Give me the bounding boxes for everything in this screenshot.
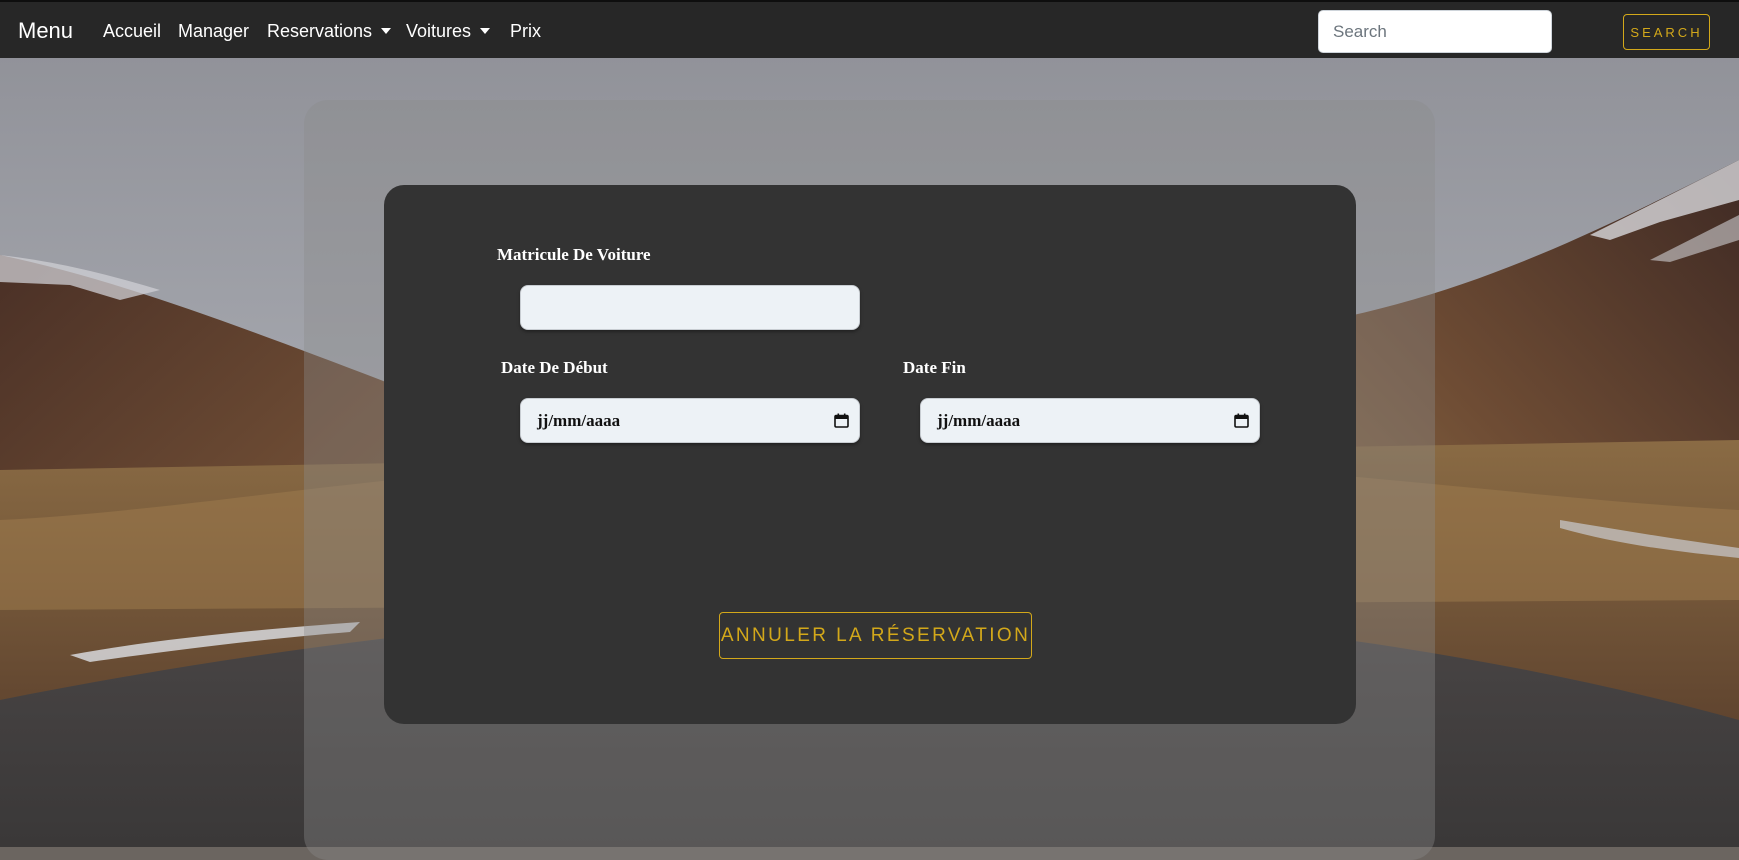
nav-dropdown-voitures[interactable]: Voitures xyxy=(406,21,491,42)
nav-dropdown-reservations[interactable]: Reservations xyxy=(267,21,392,42)
matricule-label: Matricule De Voiture xyxy=(497,245,651,264)
nav-item-manager[interactable]: Manager xyxy=(178,21,249,42)
top-navbar: Menu Accueil Manager Reservations Voitur… xyxy=(0,0,1739,58)
search-button[interactable]: SEARCH xyxy=(1623,14,1710,50)
cancel-reservation-button[interactable]: ANNULER LA RÉSERVATION xyxy=(719,612,1032,659)
chevron-down-icon xyxy=(381,28,392,34)
nav-item-accueil[interactable]: Accueil xyxy=(103,21,161,42)
date-debut-label: Date De Début xyxy=(501,358,608,377)
matricule-input[interactable] xyxy=(520,285,860,330)
nav-item-prix[interactable]: Prix xyxy=(510,21,541,42)
date-debut-placeholder: jj/mm/aaaa xyxy=(537,411,621,430)
navbar-brand-menu[interactable]: Menu xyxy=(18,18,73,44)
nav-item-voitures-label: Voitures xyxy=(406,21,472,41)
date-debut-input[interactable]: jj/mm/aaaa xyxy=(520,398,860,443)
nav-item-reservations-label: Reservations xyxy=(267,21,373,41)
search-input[interactable] xyxy=(1318,10,1552,53)
date-fin-placeholder: jj/mm/aaaa xyxy=(937,411,1021,430)
date-fin-input[interactable]: jj/mm/aaaa xyxy=(920,398,1260,443)
calendar-icon[interactable] xyxy=(834,413,849,428)
date-fin-label: Date Fin xyxy=(903,358,966,377)
calendar-icon[interactable] xyxy=(1234,413,1249,428)
chevron-down-icon xyxy=(480,28,491,34)
